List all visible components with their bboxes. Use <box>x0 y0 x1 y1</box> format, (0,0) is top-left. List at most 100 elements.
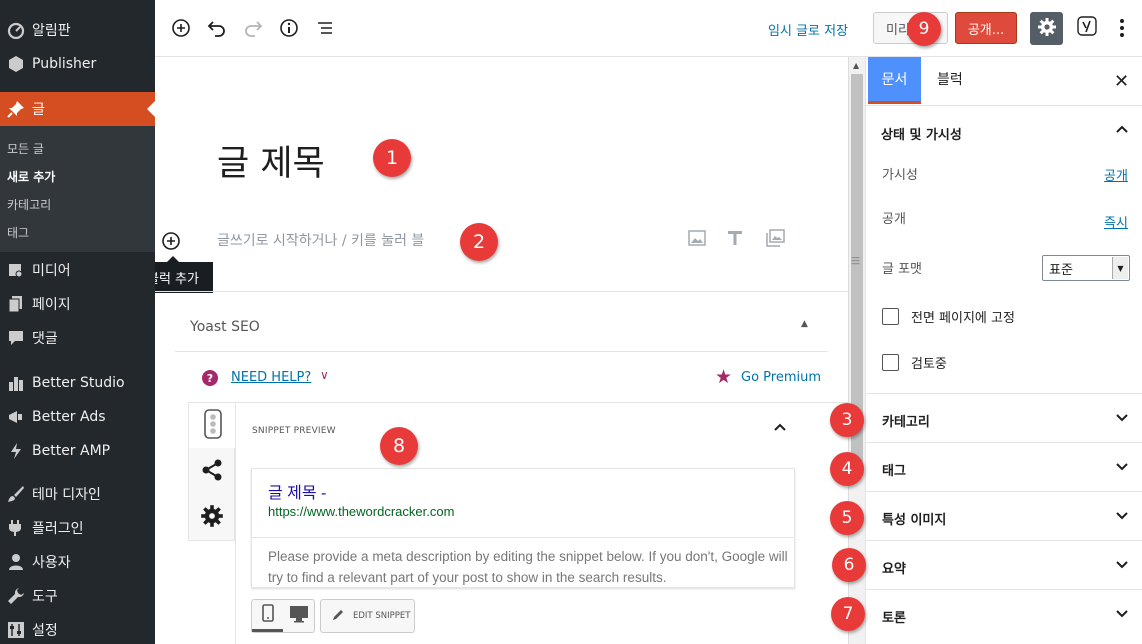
info-icon[interactable] <box>277 16 301 40</box>
mobile-preview-button[interactable] <box>252 600 283 632</box>
media-icon <box>4 261 28 279</box>
status-visibility-title[interactable]: 상태 및 가시성 <box>881 124 962 143</box>
menu-label: 알림판 <box>32 23 71 39</box>
settings-sliders-icon <box>4 621 28 639</box>
settings-sidebar: 문서 블럭 ✕ 상태 및 가시성 가시성 공개 공개 즉시 글 포맷 표준 ▼ … <box>865 57 1142 644</box>
heading-block-icon[interactable] <box>725 228 745 248</box>
publish-time-label: 공개 <box>882 212 906 227</box>
menu-label: 설정 <box>32 623 58 639</box>
paragraph-placeholder[interactable]: 글쓰기로 시작하거나 / 키를 눌러 블택 <box>217 230 479 250</box>
menu-tools[interactable]: 도구 <box>0 579 155 613</box>
menu-plugins[interactable]: 플러그인 <box>0 511 155 545</box>
visibility-link[interactable]: 공개 <box>1104 165 1128 184</box>
post-format-label: 글 포맷 <box>882 262 923 277</box>
menu-label: 글 <box>32 102 45 118</box>
gear-icon <box>1037 17 1057 41</box>
submenu-categories[interactable]: 카테고리 <box>7 196 51 213</box>
menu-label: Better Studio <box>32 375 125 391</box>
block-navigation-icon[interactable] <box>313 16 337 40</box>
menu-users[interactable]: 사용자 <box>0 545 155 579</box>
traffic-light-icon <box>203 408 222 443</box>
help-icon[interactable]: ? <box>202 370 218 386</box>
menu-better-ads[interactable]: Better Ads <box>0 400 155 434</box>
more-options-icon[interactable] <box>1110 16 1134 40</box>
save-draft-link[interactable]: 임시 글로 저장 <box>768 20 848 39</box>
chevron-down-icon <box>1114 557 1130 573</box>
bolt-icon <box>4 442 28 460</box>
placeholder-text: 글쓰기로 시작하거나 / 키를 눌러 블 <box>217 233 425 249</box>
gallery-block-icon[interactable] <box>765 228 785 248</box>
chevron-down-icon <box>1114 508 1130 524</box>
metabox-toggle-icon[interactable]: ▲ <box>801 319 808 329</box>
menu-better-amp[interactable]: Better AMP <box>0 434 155 468</box>
panel-title: 특성 이미지 <box>882 513 947 528</box>
menu-dashboard[interactable]: 알림판 <box>0 13 155 47</box>
dashboard-icon <box>4 21 28 39</box>
post-format-select[interactable]: 표준 ▼ <box>1042 255 1130 281</box>
comments-icon <box>4 329 28 347</box>
publish-button[interactable]: 공개... <box>955 12 1017 44</box>
add-block-icon[interactable] <box>169 16 193 40</box>
yoast-metabox-title[interactable]: Yoast SEO <box>190 319 260 335</box>
divider <box>175 351 828 352</box>
post-title[interactable]: 글 제목 <box>217 135 325 186</box>
menu-comments[interactable]: 댓글 <box>0 321 155 355</box>
callout-badge-4: 4 <box>830 452 864 486</box>
menu-settings[interactable]: 설정 <box>0 613 155 644</box>
edit-snippet-button[interactable]: EDIT SNIPPET <box>320 599 415 633</box>
menu-appearance[interactable]: 테마 디자인 <box>0 477 155 511</box>
callout-badge-7: 7 <box>831 597 865 631</box>
panel-title: 태그 <box>882 464 906 479</box>
panel-excerpt[interactable]: 요약 <box>866 540 1142 589</box>
resize-grip-icon[interactable]: — — — <box>851 254 860 269</box>
pending-review-checkbox[interactable] <box>882 354 899 371</box>
menu-better-studio[interactable]: Better Studio <box>0 366 155 400</box>
snippet-preview-label: SNIPPET PREVIEW <box>252 426 336 436</box>
image-block-icon[interactable] <box>687 228 707 248</box>
close-icon[interactable]: ✕ <box>1114 71 1129 92</box>
submenu-tags[interactable]: 태그 <box>7 224 29 241</box>
scroll-up-arrow-icon[interactable]: ▲ <box>853 61 859 70</box>
chevron-down-icon <box>1114 606 1130 622</box>
inline-inserter-icon[interactable] <box>161 231 181 251</box>
panel-tags[interactable]: 태그 <box>866 442 1142 491</box>
visibility-label: 가시성 <box>882 168 918 183</box>
panel-categories[interactable]: 카테고리 <box>866 393 1142 442</box>
menu-publisher[interactable]: Publisher <box>0 47 155 81</box>
tab-block[interactable]: 블럭 <box>937 69 963 89</box>
undo-icon[interactable] <box>205 16 229 40</box>
snippet-card[interactable]: 글 제목 - https://www.thewordcracker.com Pl… <box>251 468 795 588</box>
yoast-button[interactable] <box>1074 15 1100 41</box>
chevron-up-icon[interactable] <box>1114 121 1130 137</box>
menu-media[interactable]: 미디어 <box>0 253 155 287</box>
panel-discussion[interactable]: 토론 <box>866 589 1142 644</box>
yoast-snippet-panel: SNIPPET PREVIEW 글 제목 - https://www.thewo… <box>235 402 848 644</box>
menu-pages[interactable]: 페이지 <box>0 287 155 321</box>
menu-label: 도구 <box>32 589 58 605</box>
gear-icon <box>200 504 224 532</box>
tab-seo-analysis[interactable] <box>189 403 236 448</box>
panel-featured-image[interactable]: 특성 이미지 <box>866 491 1142 540</box>
desktop-preview-button[interactable] <box>283 600 314 632</box>
submenu-add-new[interactable]: 새로 추가 <box>7 168 55 185</box>
settings-gear-button[interactable] <box>1030 12 1063 45</box>
go-premium-link[interactable]: Go Premium <box>741 370 821 385</box>
tab-social[interactable] <box>189 449 234 494</box>
sticky-checkbox[interactable] <box>882 308 899 325</box>
chevron-down-icon[interactable]: ∨ <box>320 368 329 382</box>
menu-posts[interactable]: 글 <box>0 92 155 126</box>
need-help-link[interactable]: NEED HELP? <box>231 370 311 385</box>
submenu-all-posts[interactable]: 모든 글 <box>7 140 44 157</box>
editor-canvas: 글 제목 블럭 추가 글쓰기로 시작하거나 / 키를 눌러 블택 Yoast S… <box>155 57 848 644</box>
plugin-icon <box>4 519 28 537</box>
publish-time-link[interactable]: 즉시 <box>1104 212 1128 231</box>
tab-document[interactable]: 문서 <box>868 57 921 104</box>
menu-label: Better Ads <box>32 409 106 425</box>
user-icon <box>4 553 28 571</box>
tab-advanced[interactable] <box>189 495 234 540</box>
chevron-up-icon[interactable] <box>772 419 792 439</box>
wrench-icon <box>4 587 28 605</box>
divider <box>866 105 1142 106</box>
pages-icon <box>4 295 28 313</box>
redo-icon[interactable] <box>241 16 265 40</box>
